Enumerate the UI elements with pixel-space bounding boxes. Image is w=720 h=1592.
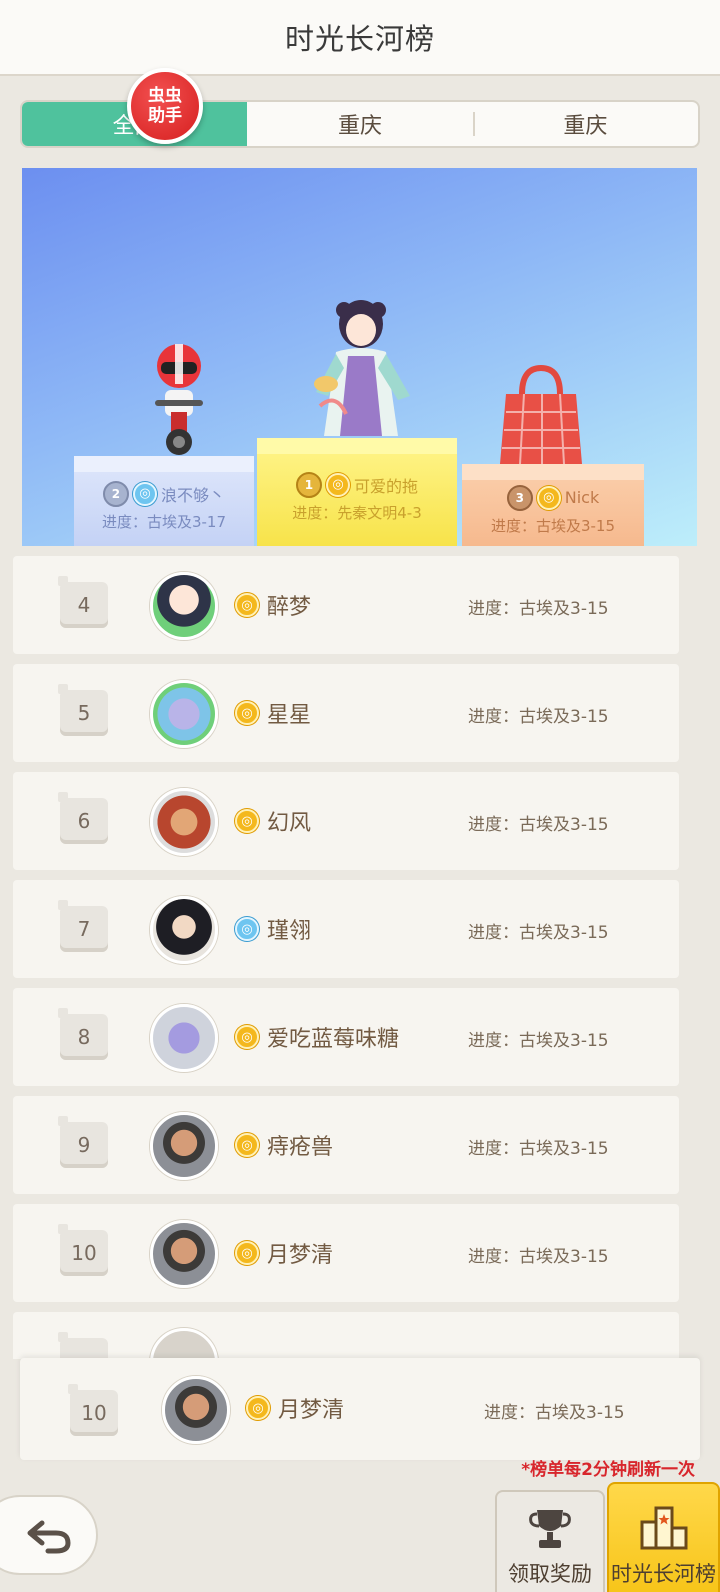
rank-number: 9	[58, 1116, 108, 1168]
tab-city[interactable]: 重庆	[247, 102, 472, 146]
podium-second[interactable]: 2 ◎ 浪不够丶 进度：古埃及3-17	[74, 456, 254, 546]
player-name: 月梦清	[267, 1243, 334, 1268]
podium-second-progress: 进度：古埃及3-17	[101, 512, 227, 531]
list-item[interactable]: 6 ◎ 幻风 进度：古埃及3-15	[13, 772, 679, 870]
avatar[interactable]	[150, 896, 218, 964]
page-title: 时光长河榜	[284, 22, 435, 56]
avatar[interactable]	[150, 1220, 218, 1288]
list-item[interactable]: 5 ◎ 星星 进度：古埃及3-15	[13, 664, 679, 762]
list-item[interactable]: 9 ◎ 痔疮兽 进度：古埃及3-15	[13, 1096, 679, 1194]
avatar[interactable]	[150, 680, 218, 748]
rank-3-medal-icon: 3	[506, 484, 533, 511]
motorbike-character	[155, 344, 203, 455]
leaderboard-icon	[640, 1506, 687, 1550]
player-progress: 进度：古埃及3-15	[468, 1247, 609, 1267]
list-item-partial[interactable]	[13, 1312, 679, 1359]
list-item[interactable]: 10 ◎ 月梦清 进度：古埃及3-15	[13, 1204, 679, 1302]
podium-first-name: 可爱的拖	[353, 476, 418, 496]
my-rank-number: 10	[68, 1384, 118, 1436]
rank-2-medal-icon: 2	[102, 480, 129, 507]
rank-number: 5	[58, 684, 108, 736]
podium-third-progress: 进度：古埃及3-15	[490, 516, 616, 535]
player-progress: 进度：古埃及3-15	[468, 1031, 609, 1051]
player-name: 星星	[267, 703, 312, 728]
title-bar: 时光长河榜	[0, 0, 720, 76]
trophy-icon	[529, 1510, 571, 1548]
gold-coin-icon: ◎	[235, 701, 259, 725]
list-item[interactable]: 7 ◎ 瑾翎 进度：古埃及3-15	[13, 880, 679, 978]
badge-line-2: 助手	[148, 106, 182, 126]
time-river-rank-label: 时光长河榜	[611, 1562, 716, 1586]
rank-number: 8	[58, 1008, 108, 1060]
podium-second-name: 浪不够丶	[160, 485, 225, 505]
blue-coin-icon: ◎	[235, 917, 259, 941]
player-name: 痔疮兽	[267, 1135, 334, 1160]
podium-third[interactable]: 3 ◎ Nick 进度：古埃及3-15	[462, 464, 644, 546]
back-arrow-icon	[27, 1520, 71, 1554]
rank-number: 6	[58, 792, 108, 844]
player-name: 瑾翎	[267, 919, 312, 944]
gold-coin-icon: ◎	[235, 593, 259, 617]
player-progress: 进度：古埃及3-15	[468, 599, 609, 619]
player-progress: 进度：古埃及3-15	[468, 1139, 609, 1159]
gold-coin-icon: ◎	[235, 1133, 259, 1157]
avatar[interactable]	[150, 788, 218, 856]
claim-reward-button[interactable]: 领取奖励	[495, 1490, 605, 1592]
gold-coin-icon: ◎	[325, 472, 350, 497]
region-tabs: 全国 重庆 重庆	[20, 100, 700, 148]
player-name: 醉梦	[267, 595, 312, 620]
list-item[interactable]: 4 ◎ 醉梦 进度：古埃及3-15	[13, 556, 679, 654]
rank-number	[58, 1332, 108, 1359]
my-avatar[interactable]	[162, 1376, 230, 1444]
shopping-bag-icon	[500, 364, 582, 465]
player-progress: 进度：古埃及3-15	[468, 815, 609, 835]
gold-coin-icon: ◎	[235, 809, 259, 833]
ranking-list[interactable]: 4 ◎ 醉梦 进度：古埃及3-15 5 ◎ 星星 进度：古埃及3-15 6 ◎ 幻风 …	[13, 556, 679, 1359]
refresh-note: *榜单每2分钟刷新一次	[521, 1460, 695, 1480]
my-player-name: 月梦清	[278, 1398, 345, 1423]
avatar[interactable]	[150, 1328, 218, 1359]
podium: 2 ◎ 浪不够丶 进度：古埃及3-17 1 ◎ 可爱的拖 进度：先秦文明4-3 …	[22, 168, 697, 546]
gold-coin-icon: ◎	[235, 1025, 259, 1049]
gold-coin-icon: ◎	[235, 1241, 259, 1265]
time-river-rank-button[interactable]: 时光长河榜	[607, 1482, 720, 1592]
my-player-progress: 进度：古埃及3-15	[484, 1403, 625, 1423]
badge-line-1: 虫虫	[148, 86, 182, 106]
gold-coin-icon: ◎	[246, 1396, 270, 1420]
blue-coin-icon: ◎	[132, 481, 157, 506]
hanfu-girl-character	[314, 300, 410, 436]
player-name: 幻风	[267, 811, 312, 836]
podium-first-progress: 进度：先秦文明4-3	[292, 503, 422, 522]
player-progress: 进度：古埃及3-15	[468, 707, 609, 727]
claim-reward-label: 领取奖励	[508, 1562, 592, 1586]
podium-third-name: Nick	[564, 488, 600, 507]
back-button[interactable]	[0, 1495, 98, 1575]
avatar[interactable]	[150, 1004, 218, 1072]
my-rank-row[interactable]: 10 ◎ 月梦清 进度：古埃及3-15	[20, 1358, 700, 1460]
rank-number: 4	[58, 576, 108, 628]
avatar[interactable]	[150, 1112, 218, 1180]
avatar[interactable]	[150, 572, 218, 640]
chongchong-helper-badge[interactable]: 虫虫 助手	[127, 68, 203, 144]
rank-number: 10	[58, 1224, 108, 1276]
gold-coin-icon: ◎	[536, 485, 561, 510]
rank-number: 7	[58, 900, 108, 952]
player-name: 爱吃蓝莓味糖	[267, 1027, 400, 1052]
podium-first[interactable]: 1 ◎ 可爱的拖 进度：先秦文明4-3	[257, 438, 457, 546]
list-item[interactable]: 8 ◎ 爱吃蓝莓味糖 进度：古埃及3-15	[13, 988, 679, 1086]
tab-city-2[interactable]: 重庆	[472, 102, 698, 146]
rank-1-medal-icon: 1	[295, 471, 322, 498]
player-progress: 进度：古埃及3-15	[468, 923, 609, 943]
